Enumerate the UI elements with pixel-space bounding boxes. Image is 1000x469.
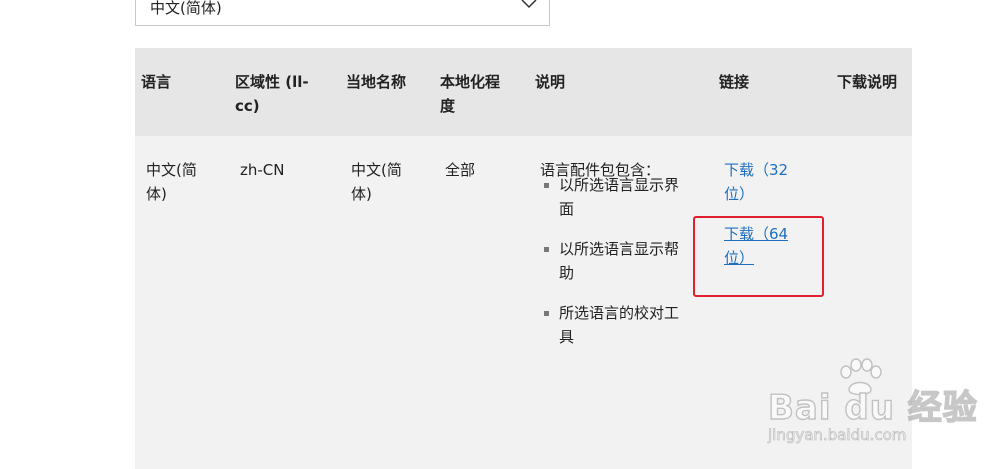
header-links: 链接 bbox=[719, 73, 750, 91]
description-list: 以所选语言显示界 面 以所选语言显示帮 助 所选语言的校对工 具 bbox=[543, 173, 703, 365]
header-native-name: 当地名称 bbox=[346, 73, 407, 91]
baidu-watermark: Bai du 经验 jingyan.baidu.com bbox=[767, 358, 988, 458]
bullet-icon bbox=[544, 183, 549, 188]
table-header: 语言 区域性 (ll- cc) 当地名称 本地化程 度 说明 链接 下载说明 bbox=[135, 48, 912, 136]
language-select[interactable]: 中文(简体) bbox=[135, 0, 550, 26]
cell-native-name: 中文(简 体) bbox=[351, 161, 402, 203]
list-item: 以所选语言显示界 面 bbox=[543, 173, 703, 221]
cell-language: 中文(简 体) bbox=[146, 161, 197, 203]
chevron-down-icon bbox=[521, 0, 537, 9]
header-locale: 区域性 (ll- cc) bbox=[235, 73, 309, 115]
header-language: 语言 bbox=[141, 73, 172, 91]
cell-locale: zh-CN bbox=[240, 161, 285, 179]
header-description: 说明 bbox=[535, 73, 566, 91]
bullet-icon bbox=[544, 247, 549, 252]
language-select-value: 中文(简体) bbox=[150, 0, 222, 17]
watermark-url: jingyan.baidu.com bbox=[768, 426, 907, 445]
header-localization: 本地化程 度 bbox=[440, 73, 501, 115]
list-item: 所选语言的校对工 具 bbox=[543, 301, 703, 349]
download-32bit-link[interactable]: 下载（32 位） bbox=[724, 158, 788, 206]
cell-localization: 全部 bbox=[445, 161, 476, 179]
highlight-box bbox=[693, 216, 824, 297]
header-download-notes: 下载说明 bbox=[837, 73, 898, 91]
watermark-text: Bai du 经验 bbox=[767, 387, 978, 428]
page: 中文(简体) 语言 区域性 (ll- cc) 当地名称 本地化程 度 说明 链接… bbox=[0, 0, 1000, 469]
list-item: 以所选语言显示帮 助 bbox=[543, 237, 703, 285]
bullet-icon bbox=[544, 311, 549, 316]
